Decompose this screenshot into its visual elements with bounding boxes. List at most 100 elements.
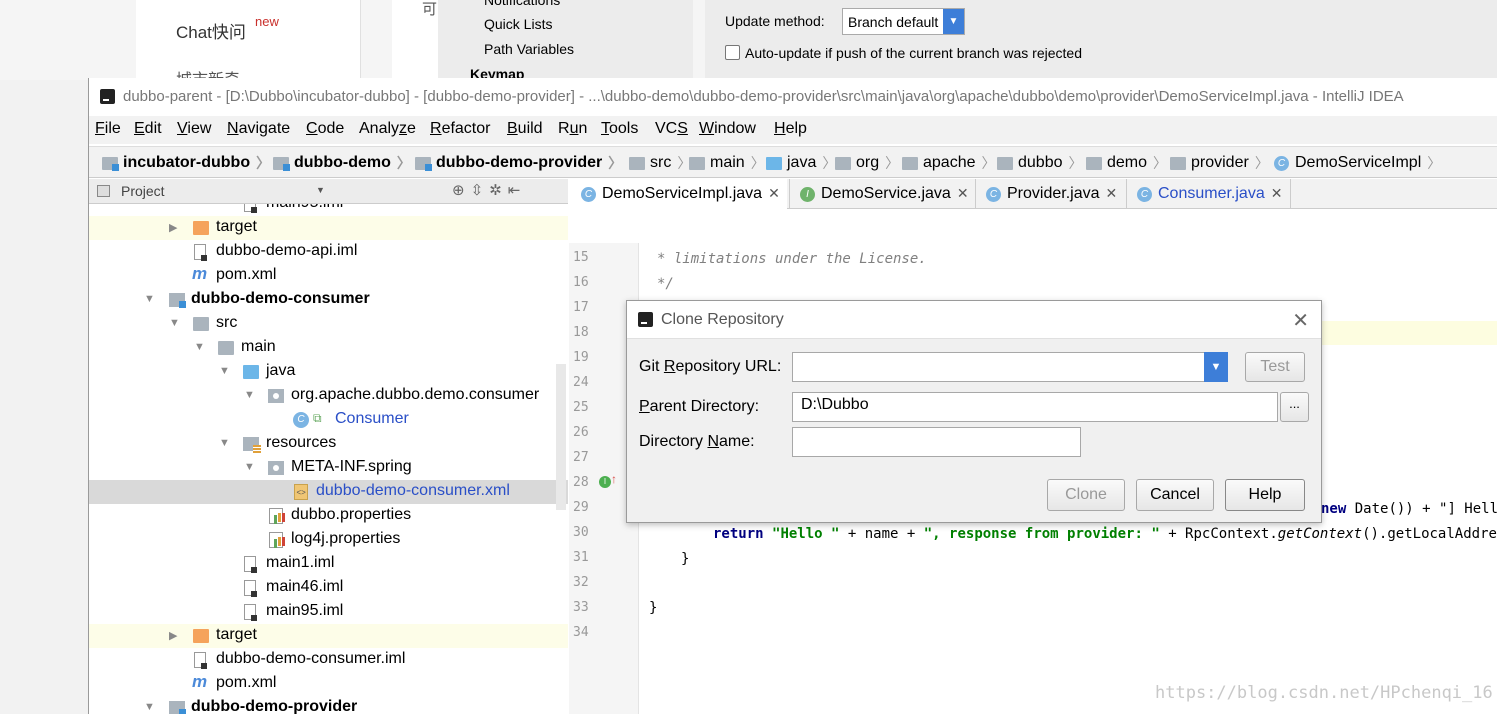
project-panel-header: Project ▼ ⊕⇳✲⇤ bbox=[89, 179, 568, 204]
settings-item-notifications[interactable]: Notifications bbox=[484, 0, 560, 8]
tree-item[interactable]: ▼ main bbox=[89, 336, 568, 360]
menu-vcs[interactable]: VCS bbox=[655, 120, 688, 138]
menu-refactor[interactable]: Refactor bbox=[430, 120, 490, 138]
menu-navigate[interactable]: Navigate bbox=[227, 120, 290, 138]
crumb-provider[interactable]: provider 〉 bbox=[1170, 153, 1269, 173]
chevron-down-icon[interactable]: ▼ bbox=[144, 293, 155, 305]
tree-item[interactable]: ▼ src bbox=[89, 312, 568, 336]
menu-view[interactable]: View bbox=[177, 120, 211, 138]
gear-icon[interactable]: ✲ bbox=[489, 182, 508, 199]
tree-item[interactable]: main46.iml bbox=[89, 576, 568, 600]
crumb-dubbo-demo[interactable]: dubbo-demo 〉 bbox=[273, 153, 411, 173]
chevron-down-icon[interactable]: ▼ bbox=[316, 185, 325, 195]
close-icon[interactable]: ✕ bbox=[1106, 185, 1118, 202]
tree-item[interactable]: main95.iml bbox=[89, 600, 568, 624]
code-line-16: */ bbox=[657, 276, 674, 292]
tree-item[interactable]: log4j.properties bbox=[89, 528, 568, 552]
chevron-down-icon[interactable]: ▼ bbox=[219, 437, 230, 449]
crumb-incubator-dubbo[interactable]: incubator-dubbo 〉 bbox=[102, 153, 270, 173]
update-method-select[interactable]: Branch default ▼ bbox=[842, 8, 965, 35]
browse-button[interactable]: ... bbox=[1280, 392, 1309, 422]
close-icon[interactable]: ✕ bbox=[1292, 308, 1309, 333]
crumb-apache[interactable]: apache 〉 bbox=[902, 153, 996, 173]
tree-item[interactable]: ▼ dubbo-demo-consumer bbox=[89, 288, 568, 312]
collapse-icon[interactable]: ⇳ bbox=[471, 182, 490, 199]
menu-tools[interactable]: Tools bbox=[601, 120, 638, 138]
settings-item-path-variables[interactable]: Path Variables bbox=[484, 41, 574, 57]
scrollbar[interactable] bbox=[556, 364, 566, 510]
tree-item[interactable]: ▼ META-INF.spring bbox=[89, 456, 568, 480]
chevron-down-icon[interactable]: ▼ bbox=[244, 389, 255, 401]
tree-item[interactable]: C ⧉ Consumer bbox=[89, 408, 568, 432]
help-button[interactable]: Help bbox=[1225, 479, 1305, 511]
tree-item[interactable]: m pom.xml bbox=[89, 672, 568, 696]
menu-run[interactable]: Run bbox=[558, 120, 587, 138]
tree-item[interactable]: dubbo-demo-consumer.iml bbox=[89, 648, 568, 672]
folder-icon bbox=[629, 156, 645, 170]
close-icon[interactable]: ✕ bbox=[768, 185, 780, 202]
code-line-31: } bbox=[681, 551, 690, 567]
chevron-right-icon[interactable]: ▶ bbox=[169, 629, 177, 642]
menu-analyze[interactable]: Analyze bbox=[359, 120, 416, 138]
properties-file-icon bbox=[269, 532, 283, 548]
crumb-org[interactable]: org 〉 bbox=[835, 153, 899, 173]
crumb-src[interactable]: src 〉 bbox=[629, 153, 691, 173]
intellij-icon bbox=[100, 89, 115, 104]
chevron-right-icon[interactable]: ▶ bbox=[169, 221, 177, 234]
menu-file[interactable]: File bbox=[95, 120, 121, 138]
tab-demoserviceimpl[interactable]: C DemoServiceImpl.java ✕ bbox=[569, 179, 787, 209]
menu-edit[interactable]: Edit bbox=[134, 120, 162, 138]
crumb-demo[interactable]: demo 〉 bbox=[1086, 153, 1167, 173]
project-view-selector[interactable]: Project bbox=[121, 183, 165, 199]
chevron-down-icon[interactable]: ▼ bbox=[144, 701, 155, 713]
class-icon: C bbox=[1137, 187, 1152, 202]
crumb-demoserviceimpl[interactable]: C DemoServiceImpl 〉 bbox=[1274, 153, 1441, 173]
chevron-down-icon[interactable]: ▼ bbox=[244, 461, 255, 473]
tree-item[interactable]: main95.iml bbox=[89, 204, 568, 216]
crumb-dubbo[interactable]: dubbo 〉 bbox=[997, 153, 1083, 173]
tree-item[interactable]: ▼ dubbo-demo-provider bbox=[89, 696, 568, 714]
crumb-java[interactable]: java 〉 bbox=[766, 153, 836, 173]
test-button[interactable]: Test bbox=[1245, 352, 1305, 382]
tree-item[interactable]: main1.iml bbox=[89, 552, 568, 576]
menu-code[interactable]: Code bbox=[306, 120, 344, 138]
locate-icon[interactable]: ⊕ bbox=[452, 182, 471, 199]
close-icon[interactable]: ✕ bbox=[957, 185, 969, 202]
cancel-button[interactable]: Cancel bbox=[1136, 479, 1214, 511]
git-url-combo[interactable]: ▼ bbox=[792, 352, 1228, 382]
folder-icon bbox=[689, 156, 705, 170]
tree-item[interactable]: dubbo.properties bbox=[89, 504, 568, 528]
tree-item[interactable]: ▼ org.apache.dubbo.demo.consumer bbox=[89, 384, 568, 408]
chevron-down-icon[interactable]: ▼ bbox=[169, 317, 180, 329]
crumb-dubbo-demo-provider[interactable]: dubbo-demo-provider 〉 bbox=[415, 153, 622, 173]
module-folder-icon bbox=[102, 156, 119, 171]
tree-item[interactable]: ▼ resources bbox=[89, 432, 568, 456]
menu-window[interactable]: Window bbox=[699, 120, 756, 138]
close-icon[interactable]: ✕ bbox=[1271, 185, 1283, 202]
hide-icon[interactable]: ⇤ bbox=[508, 182, 527, 199]
tree-item[interactable]: m pom.xml bbox=[89, 264, 568, 288]
chevron-down-icon[interactable]: ▼ bbox=[194, 341, 205, 353]
tree-item[interactable]: ▶ target bbox=[89, 624, 568, 648]
tree-item[interactable]: <> dubbo-demo-consumer.xml bbox=[89, 480, 568, 504]
tab-demoservice[interactable]: I DemoService.java ✕ bbox=[789, 179, 975, 209]
tree-item[interactable]: ▶ target bbox=[89, 216, 568, 240]
auto-update-checkbox[interactable] bbox=[725, 45, 740, 60]
implemented-icon[interactable]: I bbox=[599, 476, 611, 488]
blog-nav-chat[interactable]: Chat快问 bbox=[176, 18, 246, 43]
window-titlebar: dubbo-parent - [D:\Dubbo\incubator-dubbo… bbox=[89, 78, 1497, 116]
git-url-label: Git Repository URL: bbox=[639, 358, 782, 375]
chevron-down-icon[interactable]: ▼ bbox=[1204, 352, 1228, 382]
menu-build[interactable]: Build bbox=[507, 120, 543, 138]
tree-item[interactable]: ▼ java bbox=[89, 360, 568, 384]
crumb-main[interactable]: main 〉 bbox=[689, 153, 765, 173]
dir-name-field[interactable] bbox=[792, 427, 1081, 457]
settings-item-quick-lists[interactable]: Quick Lists bbox=[484, 16, 552, 32]
tab-provider[interactable]: C Provider.java ✕ bbox=[975, 179, 1125, 209]
menu-help[interactable]: Help bbox=[774, 120, 807, 138]
tab-consumer[interactable]: C Consumer.java ✕ bbox=[1126, 179, 1291, 209]
tree-item[interactable]: dubbo-demo-api.iml bbox=[89, 240, 568, 264]
parent-dir-field[interactable]: D:\Dubbo bbox=[792, 392, 1278, 422]
clone-button[interactable]: Clone bbox=[1047, 479, 1125, 511]
chevron-down-icon[interactable]: ▼ bbox=[219, 365, 230, 377]
